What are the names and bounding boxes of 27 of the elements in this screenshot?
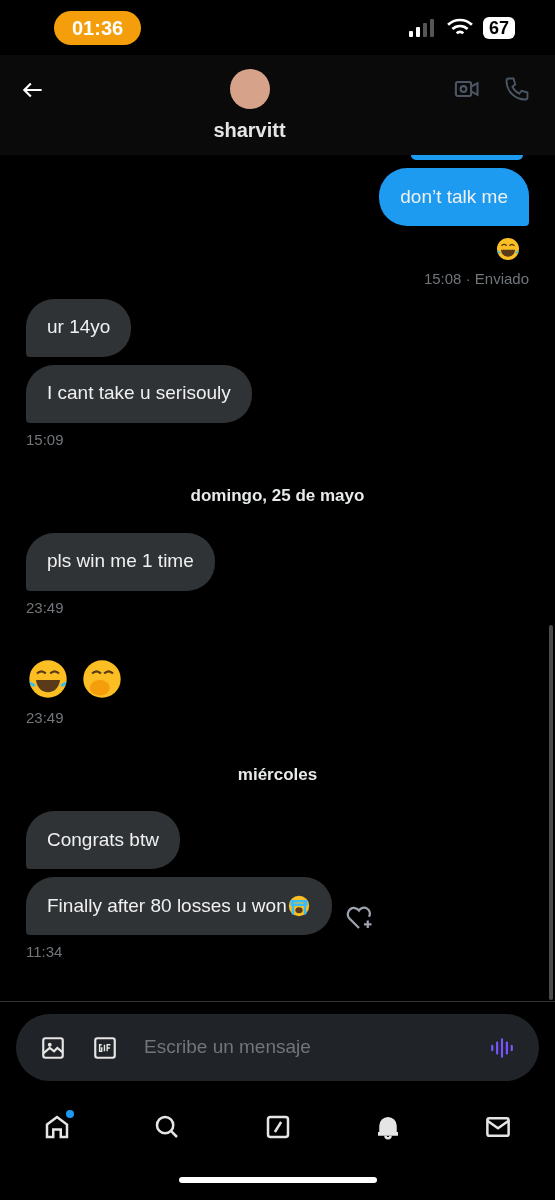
laughing-emoji-icon — [26, 657, 70, 701]
contact-name: sharvitt — [213, 118, 286, 143]
date-separator: miércoles — [237, 763, 318, 786]
gif-icon[interactable] — [92, 1034, 118, 1061]
message-timestamp: 15:09 — [26, 429, 64, 450]
message-text: don’t talk me — [400, 184, 508, 209]
signal-icon — [408, 18, 437, 37]
message-timestamp: 23:49 — [26, 597, 64, 618]
battery-level: 67 — [482, 16, 515, 39]
message-timestamp: 15:08 · Enviado — [423, 269, 529, 289]
reaction-emoji-icon — [495, 236, 521, 262]
message-input[interactable]: Escribe un mensaje — [144, 1033, 463, 1062]
message-timestamp: 11:34 — [26, 942, 63, 962]
message-text: ur 14yo — [47, 315, 111, 340]
message-text: pls win me 1 time — [47, 549, 194, 574]
phone-icon[interactable] — [503, 75, 531, 103]
message-text: Congrats btw — [47, 827, 159, 852]
message-text: Finally after 80 losses u won — [47, 893, 287, 918]
yawning-emoji-icon — [80, 657, 124, 701]
avatar[interactable] — [229, 69, 270, 109]
image-icon[interactable] — [40, 1034, 66, 1061]
date-separator: domingo, 25 de mayo — [190, 485, 365, 507]
crying-emoji-icon — [286, 894, 311, 918]
message-timestamp: 23:49 — [26, 708, 64, 728]
message-text: I cant take u serisouly — [47, 381, 231, 406]
status-time: 01:36 — [54, 10, 142, 45]
message-composer[interactable]: Escribe un mensaje — [16, 1014, 539, 1081]
